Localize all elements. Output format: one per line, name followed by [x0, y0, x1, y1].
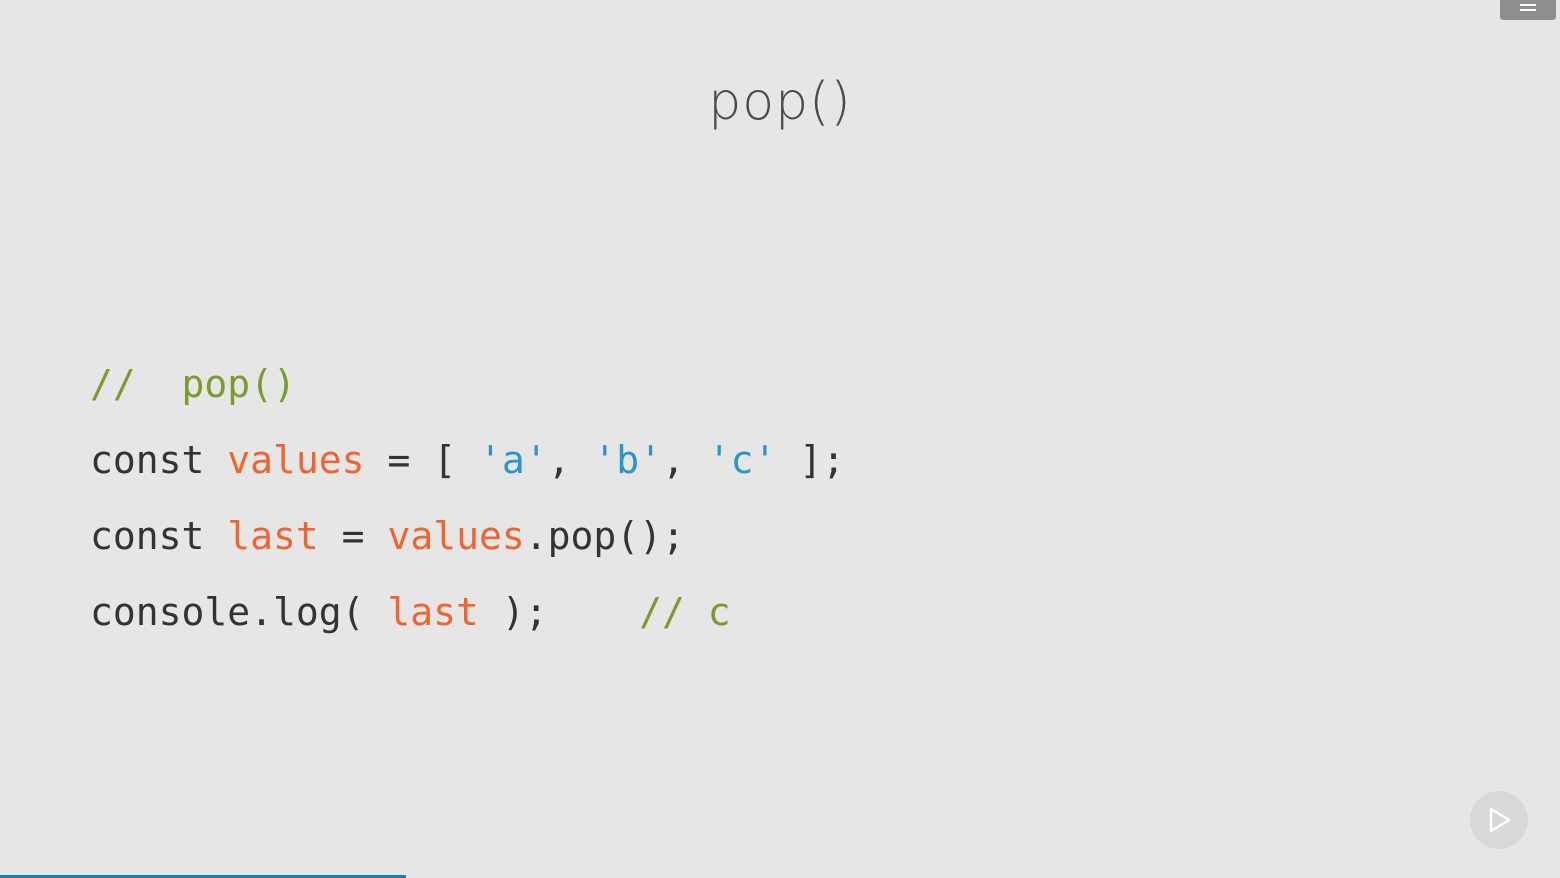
code-block: // pop() const values = [ 'a', 'b', 'c' ]… [90, 358, 845, 662]
code-token-var: last [387, 590, 479, 634]
code-token-plain: const [90, 438, 228, 482]
code-line: const values = [ 'a', 'b', 'c' ]; [90, 434, 845, 510]
code-token-comment: // pop() [90, 362, 296, 406]
next-slide-button[interactable] [1470, 791, 1528, 849]
code-line: const last = values.pop(); [90, 510, 845, 586]
code-token-plain: ]; [776, 438, 846, 482]
menu-button[interactable] [1500, 0, 1556, 20]
code-token-str: 'a' [478, 438, 548, 482]
code-token-var: values [227, 438, 365, 482]
code-token-str: 'b' [593, 438, 662, 482]
code-token-plain: const [90, 514, 228, 558]
code-token-plain: ); [478, 590, 640, 634]
code-token-plain: .pop(); [524, 514, 685, 558]
code-line: // pop() [90, 358, 845, 434]
code-token-str: 'c' [707, 438, 777, 482]
play-next-icon [1489, 807, 1511, 833]
slide-title: pop() [708, 72, 852, 132]
slide: pop() // pop() const values = [ 'a', 'b',… [0, 0, 1560, 878]
code-token-var: last [227, 514, 319, 558]
code-token-plain: = [318, 514, 388, 558]
hamburger-menu-icon [1520, 3, 1536, 11]
code-token-plain: = [ [364, 438, 479, 482]
code-token-var: values [387, 514, 525, 558]
code-token-plain: console.log( [90, 590, 388, 634]
code-token-comment: // c [639, 590, 731, 634]
code-token-plain: , [547, 438, 594, 482]
code-line: console.log( last ); // c [90, 586, 845, 662]
code-token-plain: , [662, 438, 708, 482]
